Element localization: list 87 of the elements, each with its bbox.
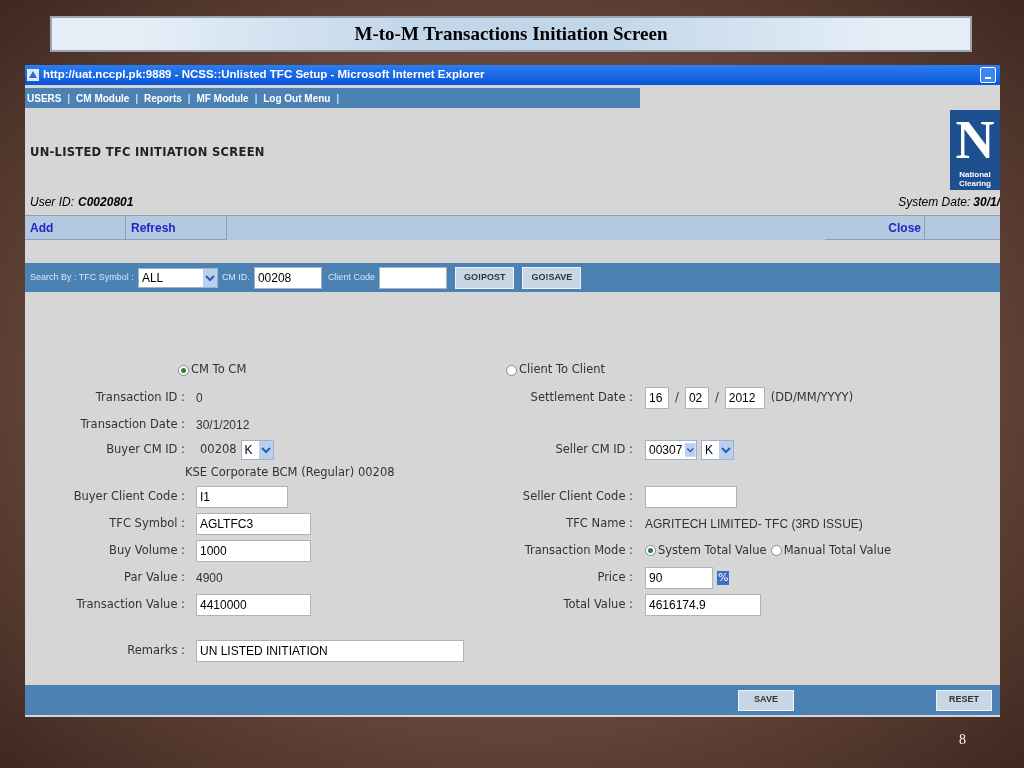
field-label: Seller Client Code : <box>522 487 633 505</box>
page-heading: UN-LISTED TFC INITIATION SCREEN <box>30 144 266 161</box>
logo-letter: N <box>955 110 995 170</box>
field-label: Transaction Mode : <box>524 541 633 559</box>
dropdown[interactable]: ALL <box>137 267 218 288</box>
browser-icon <box>27 69 39 81</box>
action-link[interactable]: Add <box>25 216 126 240</box>
menu-link[interactable]: Reports <box>144 90 182 106</box>
field-label: Transaction Value : <box>76 595 185 613</box>
radio-button[interactable] <box>178 364 189 376</box>
search-action-button[interactable]: GO!SAVE <box>522 266 582 289</box>
dropdown[interactable]: K <box>240 440 274 460</box>
chevron-down-icon <box>202 268 217 287</box>
input-field[interactable]: I1 <box>196 485 288 508</box>
field-value: 30/1/2012 <box>196 416 250 434</box>
input-field[interactable]: 2012 <box>724 386 765 409</box>
menu-link[interactable]: MF Module <box>196 90 249 106</box>
menu-separator: | <box>187 91 191 106</box>
action-link[interactable]: Refresh <box>126 216 227 240</box>
date-separator: / <box>675 388 679 406</box>
chevron-down-icon <box>719 441 733 459</box>
search-label: Search By : TFC Symbol : <box>30 270 134 284</box>
input-field[interactable] <box>378 266 447 289</box>
user-id-label: User ID: <box>30 194 74 211</box>
radio-label[interactable]: Manual Total Value <box>783 541 892 560</box>
field-label: TFC Symbol : <box>109 514 185 532</box>
form-action-button[interactable]: RESET <box>936 689 992 711</box>
input-field[interactable]: 02 <box>684 386 709 409</box>
chevron-down-icon <box>685 441 696 459</box>
field-label: Par Value : <box>124 568 185 586</box>
dropdown[interactable]: K <box>701 440 734 460</box>
form-action-button[interactable]: SAVE <box>738 689 794 711</box>
menu-separator: | <box>336 91 340 106</box>
field-label: Seller CM ID : <box>555 441 633 459</box>
input-field[interactable]: 4410000 <box>196 593 311 616</box>
menu-separator: | <box>135 91 138 106</box>
input-field[interactable]: 4616174.9 <box>645 593 761 616</box>
slide-title: M-to-M Transactions Initiation Screen <box>354 21 668 46</box>
field-label: TFC Name : <box>566 514 633 532</box>
field-value: 00208 <box>199 441 237 459</box>
window-title: http://uat.nccpl.pk:9889 - NCSS::Unlisted TFC Setup - Microsoft Internet Explorer <box>43 67 486 83</box>
field-label: Settlement Date : <box>530 388 633 406</box>
field-label: Transaction ID : <box>95 388 185 406</box>
percent-sign: % <box>717 570 730 585</box>
transfer-type-label[interactable]: CM To CM <box>191 361 247 379</box>
field-label: Remarks : <box>127 641 185 659</box>
field-label: Buyer Client Code : <box>73 487 185 505</box>
page-number: 8 <box>959 731 966 749</box>
system-date-label: System Date: <box>898 194 971 211</box>
field-value: 0 <box>196 389 203 407</box>
search-action-button[interactable]: GO!POST <box>454 266 515 289</box>
field-label: Total Value : <box>563 595 633 613</box>
minimize-icon <box>985 77 991 79</box>
menu-separator: | <box>254 91 258 106</box>
dropdown[interactable]: 00307 <box>645 440 697 460</box>
date-separator: / <box>714 388 719 406</box>
menu-link[interactable]: Log Out Menu <box>263 90 331 106</box>
cm-id-label: CM ID. <box>221 270 250 284</box>
radio-label[interactable]: System Total Value <box>658 541 767 560</box>
chevron-down-icon <box>258 441 273 459</box>
field-value: AGRITECH LIMITED- TFC (3RD ISSUE) <box>645 515 863 533</box>
field-label: Buy Volume : <box>109 541 185 559</box>
client-code-label: Client Code <box>327 270 375 284</box>
input-field[interactable]: AGLTFC3 <box>196 512 311 535</box>
field-label: Transaction Date : <box>80 415 185 433</box>
radio-button[interactable] <box>506 364 517 376</box>
radio-button[interactable] <box>645 545 656 556</box>
input-field[interactable]: 1000 <box>196 539 311 562</box>
transfer-type-label[interactable]: Client To Client <box>519 361 605 379</box>
close-link[interactable]: Close <box>825 216 925 240</box>
menu-link[interactable]: CM Module <box>76 90 130 106</box>
field-value: 4900 <box>196 569 223 587</box>
input-field[interactable]: 16 <box>645 386 669 409</box>
input-field[interactable]: 00208 <box>253 266 322 289</box>
menu-separator: | <box>67 91 71 106</box>
date-format-hint: (DD/MM/YYYY) <box>770 388 854 406</box>
user-id-value: C0020801 <box>78 194 134 211</box>
radio-button[interactable] <box>770 545 782 556</box>
field-label: Buyer CM ID : <box>106 441 185 459</box>
input-field[interactable]: 90 <box>645 566 713 589</box>
menu-link[interactable]: USERS <box>27 90 62 106</box>
input-field[interactable] <box>645 485 737 508</box>
member-description: KSE Corporate BCM (Regular) 00208 <box>185 464 395 479</box>
logo-caption: National Clearing <box>958 170 992 188</box>
field-label: Price : <box>597 568 633 586</box>
minimize-button[interactable] <box>980 67 996 83</box>
input-field[interactable]: UN LISTED INITIATION <box>196 639 464 662</box>
